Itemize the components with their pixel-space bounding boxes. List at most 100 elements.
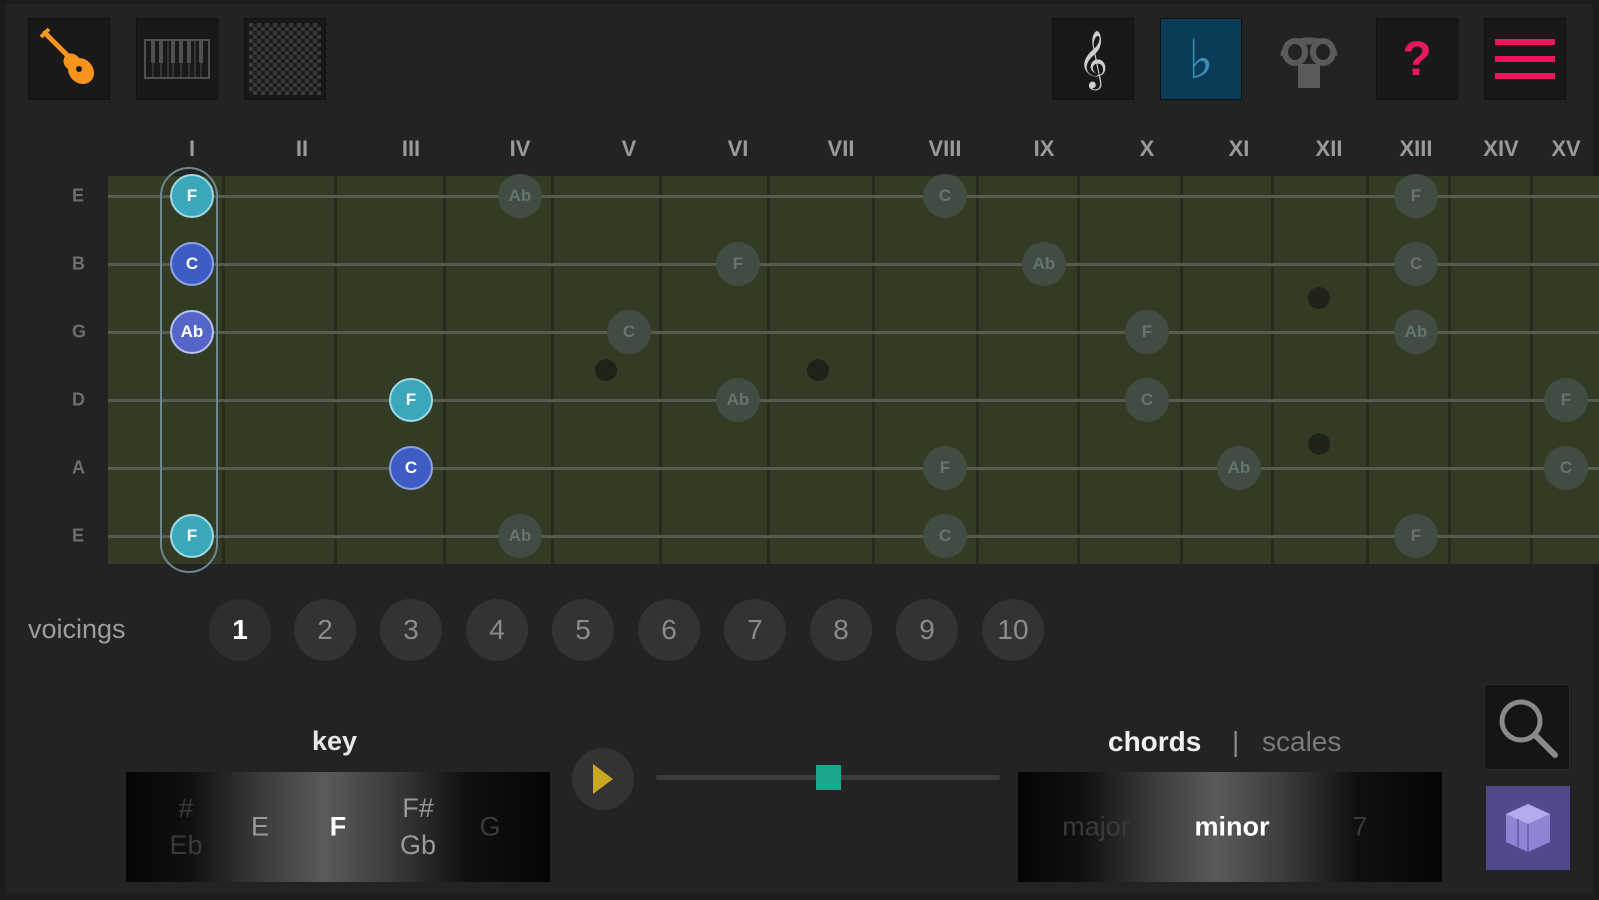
fretboard-note[interactable]: Ab <box>170 310 214 354</box>
wheel-option[interactable]: # Eb <box>169 790 202 864</box>
string-label: E <box>72 185 85 206</box>
search-button[interactable] <box>1484 684 1570 770</box>
fretboard-note[interactable]: F <box>1125 310 1169 354</box>
string-line <box>108 263 1599 266</box>
fretboard-note[interactable]: F <box>170 174 214 218</box>
wheel-option[interactable]: E <box>251 809 269 846</box>
fretboard-note[interactable]: C <box>1125 378 1169 422</box>
string-line <box>108 195 1599 198</box>
fret-number: II <box>295 136 309 161</box>
voicing-button-1[interactable]: 1 <box>209 599 271 661</box>
fretboard-note[interactable]: C <box>1544 446 1588 490</box>
fret-inlay <box>1308 433 1330 455</box>
wheel-option[interactable]: F <box>330 809 347 846</box>
wheel-option[interactable]: F# Gb <box>400 790 436 864</box>
fretboard[interactable] <box>108 176 1599 564</box>
fretboard-note[interactable]: C <box>1394 242 1438 286</box>
voicing-button-7[interactable]: 7 <box>724 599 786 661</box>
menu-icon <box>1495 39 1555 79</box>
fret-line <box>1448 176 1451 564</box>
wheel-option[interactable]: major <box>1062 809 1130 846</box>
help-button[interactable]: ? <box>1376 18 1458 100</box>
fretboard-note[interactable]: C <box>923 174 967 218</box>
string-line <box>108 399 1599 402</box>
search-icon <box>1499 699 1558 758</box>
voicing-button-10[interactable]: 10 <box>982 599 1044 661</box>
cube-icon <box>1506 804 1550 852</box>
fret-line <box>1180 176 1183 564</box>
string-label: E <box>72 525 85 546</box>
play-button[interactable] <box>572 748 634 810</box>
voicing-button-8[interactable]: 8 <box>810 599 872 661</box>
tab-scales-label: scales <box>1262 726 1342 757</box>
fretboard-note[interactable]: F <box>923 446 967 490</box>
chord-type-picker-wheel[interactable]: major minor 7 <box>1018 772 1442 882</box>
fretboard-note[interactable]: C <box>607 310 651 354</box>
fret-number: VIII <box>928 136 962 161</box>
fret-number: VII <box>827 136 855 161</box>
fret-line <box>767 176 770 564</box>
voicing-button-6[interactable]: 6 <box>638 599 700 661</box>
voicings-label: voicings <box>28 614 126 644</box>
piano-icon <box>144 39 210 79</box>
fretboard-note[interactable]: F <box>389 378 433 422</box>
fretboard-note[interactable]: Ab <box>498 514 542 558</box>
notation-button[interactable]: 𝄞 <box>1052 18 1134 100</box>
fretboard-note[interactable]: Ab <box>716 378 760 422</box>
fretboard-note[interactable]: Ab <box>1022 242 1066 286</box>
fretboard-note[interactable]: Ab <box>1394 310 1438 354</box>
voicing-button-9[interactable]: 9 <box>896 599 958 661</box>
fret-line <box>976 176 979 564</box>
fret-number: III <box>401 136 421 161</box>
selected-voicing-outline <box>160 167 218 573</box>
headphones-button[interactable] <box>1268 18 1350 100</box>
fretboard-note[interactable]: F <box>1394 174 1438 218</box>
voicing-button-3[interactable]: 3 <box>380 599 442 661</box>
fret-line <box>1271 176 1274 564</box>
fret-inlay <box>1308 287 1330 309</box>
play-icon <box>593 764 613 794</box>
wheel-option[interactable]: G <box>479 809 500 846</box>
fretboard-note[interactable]: F <box>1544 378 1588 422</box>
fretboard-note[interactable]: Ab <box>1217 446 1261 490</box>
fretboard-note[interactable]: Ab <box>498 174 542 218</box>
voicing-button-4[interactable]: 4 <box>466 599 528 661</box>
fretboard-note[interactable]: C <box>389 446 433 490</box>
tab-scales[interactable]: scales <box>1262 726 1341 758</box>
fretboard-note[interactable]: F <box>1394 514 1438 558</box>
tab-chords[interactable]: chords <box>1108 726 1201 758</box>
fret-line <box>1366 176 1369 564</box>
fretboard-note[interactable]: C <box>170 242 214 286</box>
fret-number: X <box>1139 136 1155 161</box>
guitar-mode-button[interactable] <box>28 18 110 100</box>
menu-button[interactable] <box>1484 18 1566 100</box>
string-label: A <box>72 457 85 478</box>
fret-number: IV <box>509 136 531 161</box>
tab-separator: | <box>1232 726 1240 757</box>
wheel-option[interactable]: minor <box>1194 809 1269 846</box>
fretboard-note[interactable]: F <box>716 242 760 286</box>
pattern-mode-button[interactable] <box>244 18 326 100</box>
fret-inlay <box>595 359 617 381</box>
library-button[interactable] <box>1486 786 1570 870</box>
tempo-slider-thumb[interactable] <box>816 765 841 790</box>
fret-number: XIII <box>1399 136 1433 161</box>
fret-number: XV <box>1551 136 1581 161</box>
string-label: G <box>72 321 87 342</box>
string-line <box>108 467 1599 470</box>
headphones-icon <box>1280 37 1338 88</box>
tab-chords-label: chords <box>1108 726 1202 757</box>
string-label: B <box>72 253 85 274</box>
voicing-button-5[interactable]: 5 <box>552 599 614 661</box>
voicing-button-2[interactable]: 2 <box>294 599 356 661</box>
flat-toggle-button[interactable]: ♭ <box>1160 18 1242 100</box>
wheel-option[interactable]: 7 <box>1352 809 1367 846</box>
piano-mode-button[interactable] <box>136 18 218 100</box>
fretboard-note[interactable]: C <box>923 514 967 558</box>
treble-clef-icon: 𝄞 <box>1078 29 1108 88</box>
flat-icon: ♭ <box>1188 27 1214 91</box>
fretboard-note[interactable]: F <box>170 514 214 558</box>
fret-number: XI <box>1228 136 1250 161</box>
key-picker-wheel[interactable]: # Eb E F F# Gb G <box>126 772 550 882</box>
guitar-icon <box>39 27 95 85</box>
